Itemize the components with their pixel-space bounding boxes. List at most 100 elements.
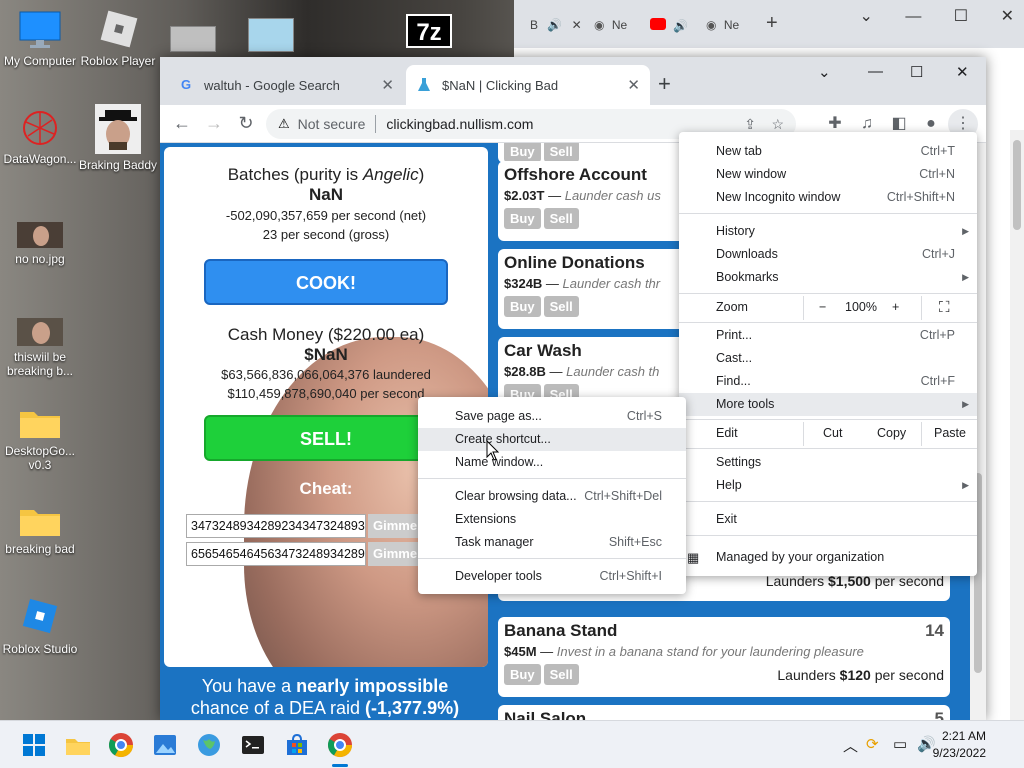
desktop-icon-breaking-bad-folder[interactable]: breaking bad [0, 502, 80, 556]
chevron-up-icon[interactable]: ︿ [843, 735, 858, 756]
desktop-icon-label: Braking Baddy [78, 158, 158, 172]
desktop-icon-roblox-player[interactable]: Roblox Player [78, 10, 158, 68]
scrollbar[interactable] [1010, 130, 1024, 720]
cut-button[interactable]: Cut [823, 422, 842, 445]
close-tab-icon[interactable]: ✕ [627, 76, 640, 94]
not-secure-label[interactable]: Not secure [298, 116, 366, 132]
sell-upgrade-button[interactable]: Sell [543, 296, 579, 317]
zoom-in-button[interactable]: + [892, 296, 899, 319]
buy-button[interactable]: Buy [504, 208, 541, 229]
cartoon-thumbnail[interactable] [248, 18, 294, 52]
menu-divider [679, 419, 977, 420]
system-clock[interactable]: 2:21 AM 9/23/2022 [933, 728, 986, 762]
background-tab[interactable]: ◉ Ne [588, 10, 633, 40]
desktop-icon-no-no-jpg[interactable]: no no.jpg [0, 222, 80, 266]
url-text[interactable]: clickingbad.nullism.com [386, 116, 533, 132]
tab-clicking-bad[interactable]: $NaN | Clicking Bad ✕ [406, 65, 650, 105]
sell-upgrade-button[interactable]: Sell [543, 208, 579, 229]
desktop-icon-thiswiil-be-breaking-bad[interactable]: thiswiil be breaking b... [0, 318, 80, 378]
microsoft-store-icon[interactable] [283, 731, 311, 759]
copy-button[interactable]: Copy [877, 422, 906, 445]
network-icon[interactable]: ▭ [893, 735, 907, 753]
desktop-icon-desktopgo[interactable]: DesktopGo... v0.3 [0, 404, 80, 472]
menu-item-save-page-as[interactable]: Save page as... Ctrl+S [418, 405, 686, 428]
menu-item-find[interactable]: Find... Ctrl+F [679, 370, 977, 393]
7zip-icon[interactable]: 7z [406, 14, 452, 48]
fullscreen-icon[interactable]: ⛶ [939, 296, 950, 319]
menu-item-settings[interactable]: Settings [679, 451, 977, 474]
sell-upgrade-button[interactable]: Sell [543, 143, 579, 162]
sell-upgrade-button[interactable]: Sell [543, 664, 579, 685]
minimize-icon[interactable]: — [868, 63, 883, 80]
chevron-down-icon[interactable]: ⌄ [859, 8, 872, 25]
dea-text: You have a [201, 676, 297, 696]
share-icon[interactable]: ⇪ [744, 116, 756, 133]
file-explorer-icon[interactable] [64, 731, 92, 759]
chevron-down-icon[interactable]: ⌄ [818, 63, 831, 81]
close-icon[interactable]: ✕ [1001, 8, 1014, 25]
menu-item-name-window[interactable]: Name window... [418, 451, 686, 474]
forward-arrow-icon[interactable]: → [198, 113, 230, 134]
menu-item-task-manager[interactable]: Task manager Shift+Esc [418, 531, 686, 554]
menu-item-developer-tools[interactable]: Developer tools Ctrl+Shift+I [418, 565, 686, 588]
menu-item-new-incognito-window[interactable]: New Incognito window Ctrl+Shift+N [679, 186, 977, 209]
buy-button[interactable]: Buy [504, 664, 541, 685]
close-tab-icon[interactable]: ✕ [381, 76, 394, 94]
menu-item-history[interactable]: History ▶ [679, 220, 977, 243]
managed-by-organization[interactable]: ▦ Managed by your organization [679, 546, 977, 569]
menu-item-new-window[interactable]: New window Ctrl+N [679, 163, 977, 186]
paste-button[interactable]: Paste [934, 422, 966, 445]
background-tab[interactable]: ◉ Ne [700, 10, 745, 40]
close-icon[interactable]: ✕ [572, 18, 582, 32]
terminal-icon[interactable] [239, 731, 267, 759]
desktop-icon-roblox-studio[interactable]: Roblox Studio [0, 598, 80, 656]
cook-button[interactable]: COOK! [204, 259, 448, 305]
scrollbar-thumb[interactable] [1013, 140, 1021, 230]
cheat-input-batches[interactable]: 3473248934289234347324893 [186, 514, 366, 538]
new-tab-button[interactable]: + [658, 71, 671, 97]
maximize-icon[interactable]: ☐ [954, 8, 968, 25]
sell-button[interactable]: SELL! [204, 415, 448, 461]
menu-item-bookmarks[interactable]: Bookmarks ▶ [679, 266, 977, 289]
globe-app-icon[interactable] [195, 731, 223, 759]
menu-item-create-shortcut[interactable]: Create shortcut... [418, 428, 686, 451]
zoom-label: Zoom [716, 300, 748, 314]
chrome-icon[interactable] [107, 731, 135, 759]
menu-item-print[interactable]: Print... Ctrl+P [679, 324, 977, 347]
new-tab-button[interactable]: + [766, 12, 778, 35]
photo-thumbnail[interactable] [170, 26, 216, 52]
folder-icon [20, 510, 60, 536]
desktop-icon-braking-baddy[interactable]: Braking Baddy [78, 104, 158, 172]
menu-item-new-tab[interactable]: New tab Ctrl+T [679, 140, 977, 163]
menu-item-more-tools[interactable]: More tools ▶ [679, 393, 977, 416]
menu-item-downloads[interactable]: Downloads Ctrl+J [679, 243, 977, 266]
back-arrow-icon[interactable]: ← [166, 113, 198, 134]
google-icon: G [180, 77, 192, 92]
bookmark-star-icon[interactable]: ☆ [771, 116, 784, 133]
menu-item-help[interactable]: Help ▶ [679, 474, 977, 497]
sync-icon[interactable]: ⟳ [866, 735, 879, 753]
desktop-icon-my-computer[interactable]: My Computer [0, 10, 80, 68]
maximize-icon[interactable]: ☐ [910, 63, 923, 81]
minimize-icon[interactable]: — [905, 8, 921, 25]
chrome-active-icon[interactable] [326, 731, 354, 759]
background-tab[interactable]: B 🔊 ✕ [524, 10, 588, 40]
close-window-icon[interactable]: ✕ [956, 63, 969, 81]
background-tab[interactable]: 🔊 [644, 10, 694, 40]
buy-button[interactable]: Buy [504, 296, 541, 317]
photos-icon[interactable] [151, 731, 179, 759]
tab-google-search[interactable]: G waltuh - Google Search ✕ [168, 65, 404, 105]
menu-item-exit[interactable]: Exit [679, 508, 977, 531]
menu-item-cast[interactable]: Cast... [679, 347, 977, 370]
windows-start-icon[interactable] [20, 731, 48, 759]
reload-icon[interactable]: ↻ [230, 113, 262, 134]
zoom-out-button[interactable]: − [819, 296, 826, 319]
buy-button[interactable]: Buy [504, 143, 541, 162]
menu-item-extensions[interactable]: Extensions [418, 508, 686, 531]
cheat-input-cash[interactable]: 6565465464563473248934289 [186, 542, 366, 566]
window-controls: ⌄ — ☐ ✕ [831, 6, 1014, 26]
menu-item-clear-browsing-data[interactable]: Clear browsing data... Ctrl+Shift+Del [418, 485, 686, 508]
mouse-cursor-icon [486, 440, 500, 461]
desktop-icon-datawagon[interactable]: DataWagon... [0, 108, 80, 166]
upgrade-name: Banana Stand [504, 621, 618, 640]
